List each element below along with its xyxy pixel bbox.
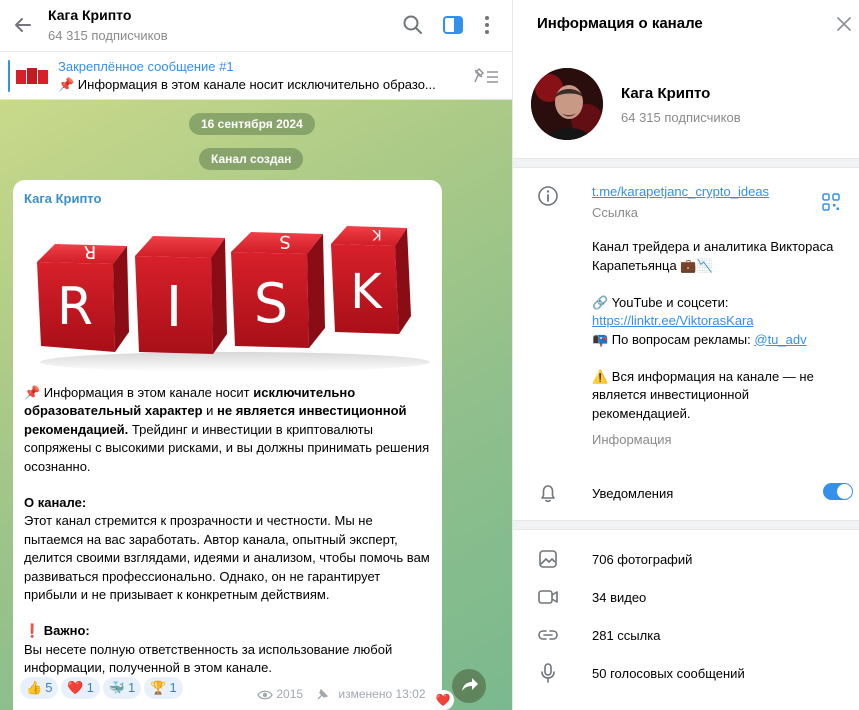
section-divider xyxy=(513,520,859,530)
pinned-text: 📌 Информация в этом канале носит исключи… xyxy=(58,77,436,92)
pinned-title: Закреплённое сообщение #1 xyxy=(58,59,234,74)
channel-name: Кага Крипто xyxy=(621,85,711,102)
reaction-thumbs-up[interactable]: 👍 5 xyxy=(20,677,59,699)
notifications-label: Уведомления xyxy=(592,486,674,501)
linktree-link[interactable]: https://linktr.ee/ViktorasKara xyxy=(592,313,754,328)
edited-time: изменено 13:02 xyxy=(338,687,426,701)
pinned-message-bar[interactable]: Закреплённое сообщение #1 📌 Информация в… xyxy=(0,52,512,100)
section-divider xyxy=(513,158,859,168)
pinned-small-icon xyxy=(317,688,329,700)
about-text: Этот канал стремится к прозрачности и че… xyxy=(24,513,430,603)
channel-subscribers: 64 315 подписчиков xyxy=(621,110,741,125)
svg-text:R: R xyxy=(84,241,97,262)
about-heading: О канале: xyxy=(24,495,87,511)
sidebar-toggle-icon[interactable] xyxy=(440,12,466,38)
svg-text:I: I xyxy=(166,275,183,340)
svg-text:K: K xyxy=(372,226,382,242)
svg-text:K: K xyxy=(350,264,383,320)
ads-handle-link[interactable]: @tu_adv xyxy=(754,332,806,347)
chat-header: Кага Крипто 64 315 подписчиков xyxy=(0,0,512,52)
share-button[interactable] xyxy=(452,669,486,703)
chat-panel: Кага Крипто 64 315 подписчиков Закреплён… xyxy=(0,0,512,710)
search-icon[interactable] xyxy=(400,12,426,38)
reaction-trophy[interactable]: 🏆 1 xyxy=(144,677,183,699)
info-circle-icon xyxy=(538,186,558,206)
channel-link[interactable]: t.me/karapetjanc_crypto_ideas xyxy=(592,184,769,199)
date-separator: 16 сентября 2024 xyxy=(189,113,315,135)
more-vertical-icon[interactable] xyxy=(474,12,500,38)
views-eye-icon xyxy=(257,690,273,700)
pinned-indicator xyxy=(8,60,10,92)
link-label: Ссылка xyxy=(592,205,639,220)
reaction-whale[interactable]: 🐳 1 xyxy=(102,677,142,699)
heart-reaction-badge[interactable]: ❤️ xyxy=(432,690,454,710)
avatar[interactable] xyxy=(531,68,603,140)
media-voice[interactable]: 50 голосовых сообщений xyxy=(592,666,745,681)
message-author[interactable]: Кага Крипто xyxy=(24,191,101,206)
photo-icon xyxy=(539,550,557,568)
svg-text:S: S xyxy=(254,272,288,335)
important-heading: ❗ Важно: xyxy=(24,623,90,639)
reactions-bar: 👍 5 ❤️ 1 🐳 1 🏆 1 xyxy=(20,677,186,699)
channel-info-panel: Информация о канале Кага Крипто 64 315 п… xyxy=(512,0,859,710)
profile-block: Кага Крипто 64 315 подписчиков xyxy=(513,48,859,158)
video-icon xyxy=(538,590,558,604)
media-photos[interactable]: 706 фотографий xyxy=(592,552,692,567)
close-icon[interactable] xyxy=(833,13,855,35)
back-arrow-icon[interactable] xyxy=(10,12,36,38)
bell-icon xyxy=(541,485,555,503)
description-label: Информация xyxy=(592,432,672,447)
risk-cubes-image[interactable]: R R I S S K K xyxy=(35,224,435,374)
info-title: Информация о канале xyxy=(537,15,703,32)
reaction-heart[interactable]: ❤️ 1 xyxy=(61,677,100,699)
message-bubble[interactable]: Кага Крипто R R I S S K K 📌 Информация в… xyxy=(13,180,442,710)
microphone-icon xyxy=(541,663,555,683)
views-count: 2015 xyxy=(276,687,304,701)
message-text: 📌 Информация в этом канале носит исключи… xyxy=(24,384,434,678)
channel-description: Канал трейдера и аналитика Виктораса Кар… xyxy=(592,239,834,421)
svg-text:S: S xyxy=(279,231,290,252)
message-meta: 2015 изменено 13:02 xyxy=(257,687,426,701)
chat-subscribers: 64 315 подписчиков xyxy=(48,28,168,43)
qr-code-icon[interactable] xyxy=(821,192,841,212)
service-message: Канал создан xyxy=(199,148,304,170)
chat-title[interactable]: Кага Крипто xyxy=(48,7,131,23)
pinned-thumbnail xyxy=(15,62,49,90)
svg-text:R: R xyxy=(57,277,93,337)
pin-list-icon[interactable] xyxy=(472,66,500,86)
media-videos[interactable]: 34 видео xyxy=(592,590,646,605)
notifications-toggle[interactable] xyxy=(823,483,853,500)
media-links[interactable]: 281 ссылка xyxy=(592,628,660,643)
important-text: Вы несете полную ответственность за испо… xyxy=(24,641,393,676)
link-icon xyxy=(538,630,558,640)
info-header: Информация о канале xyxy=(513,0,859,48)
